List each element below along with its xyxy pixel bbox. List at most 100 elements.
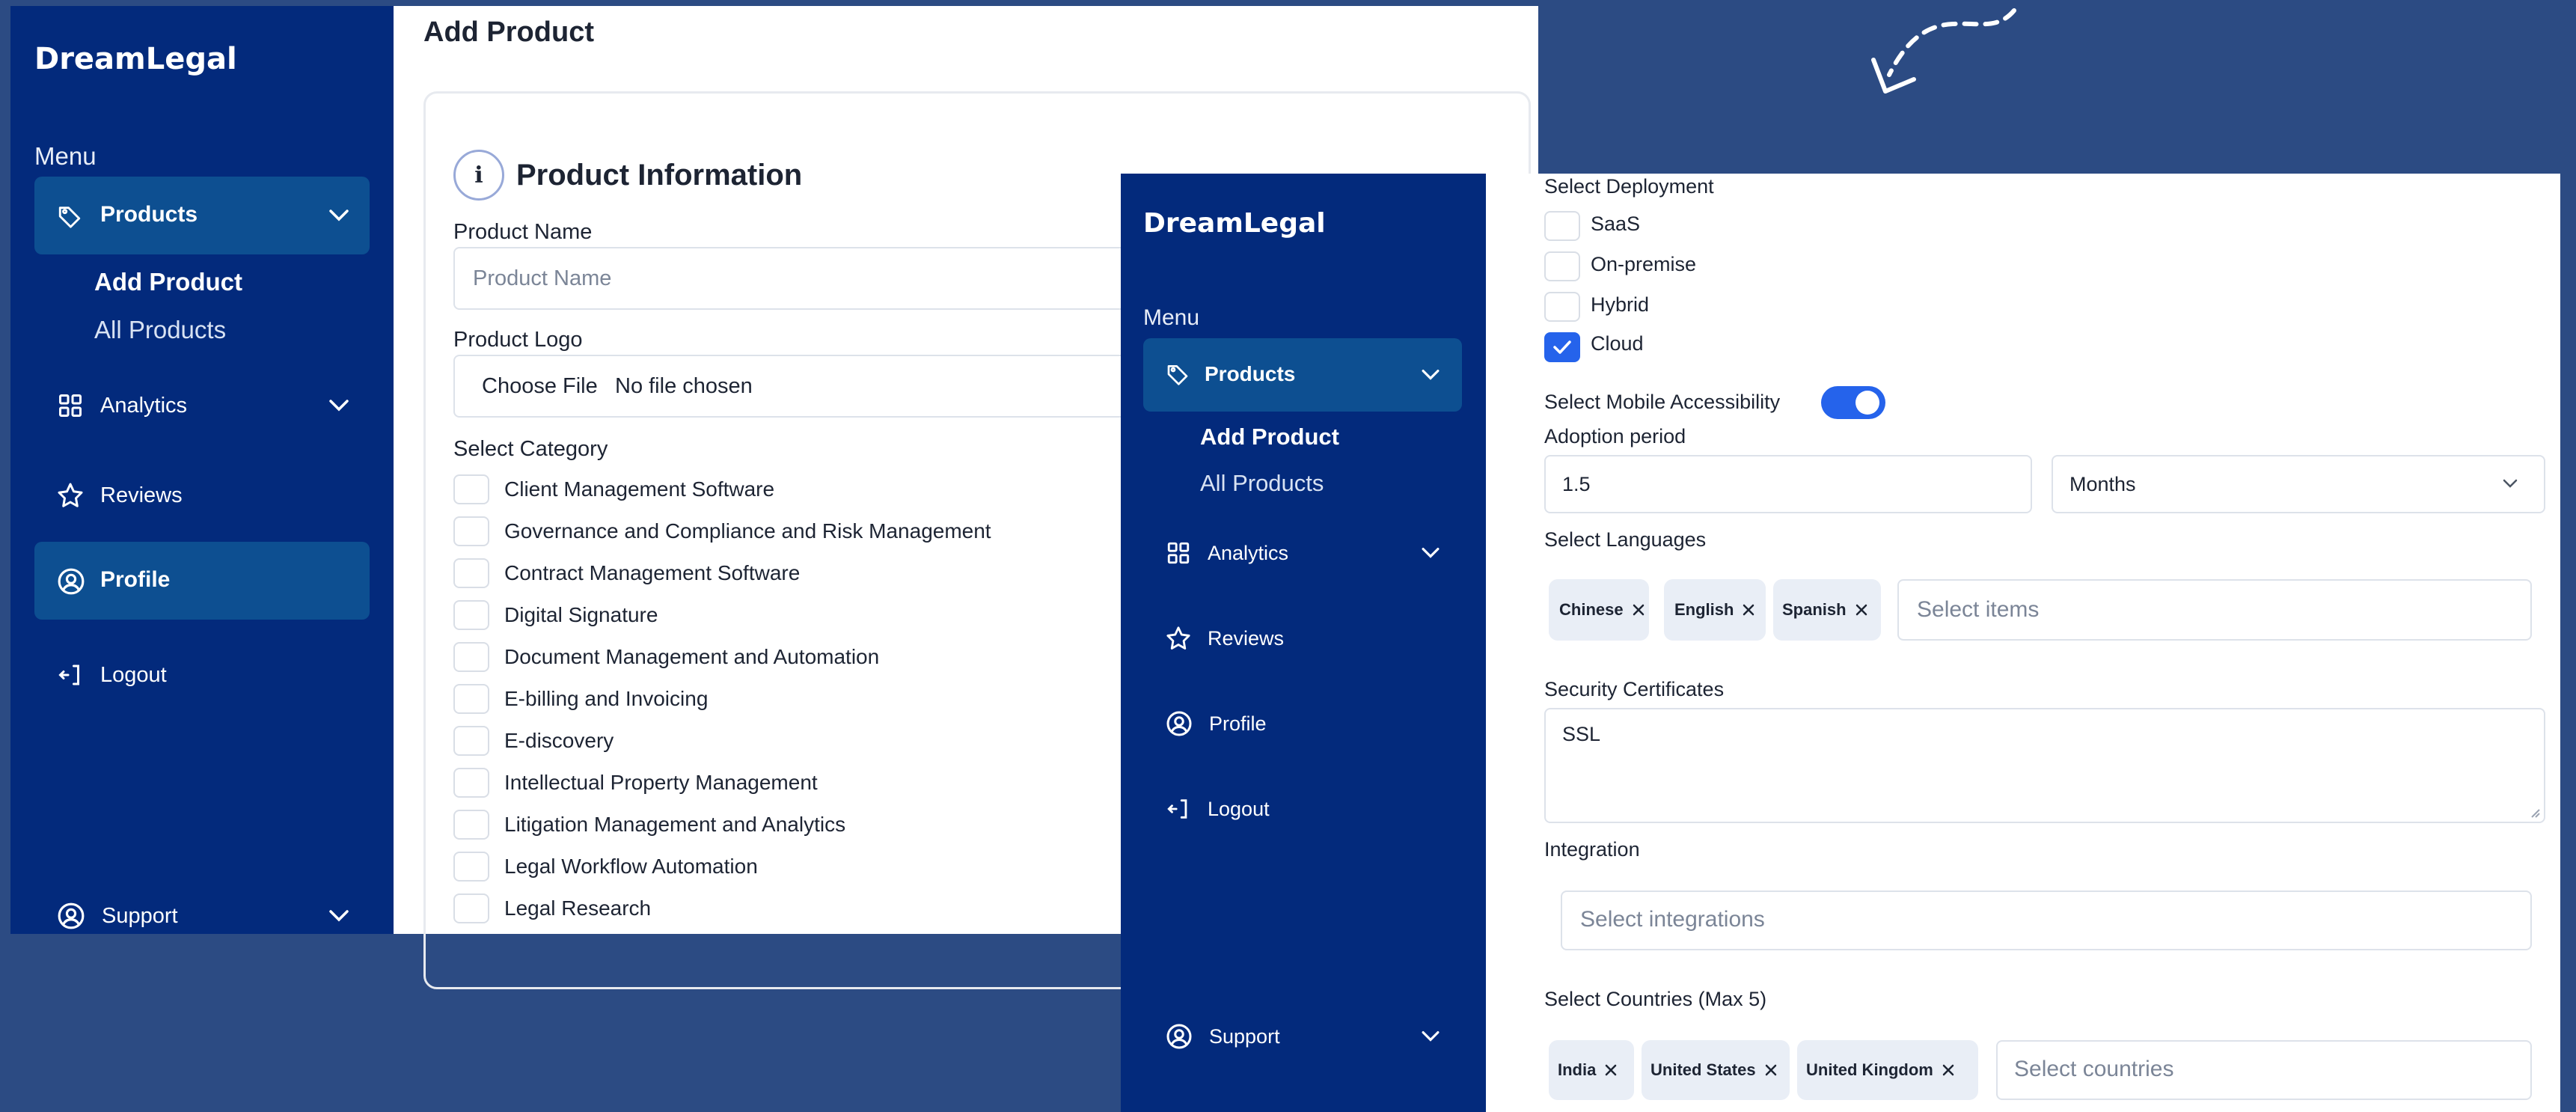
star-icon [1166,626,1191,651]
close-icon[interactable] [1763,1063,1778,1078]
close-icon[interactable] [1854,602,1869,617]
sidebar-sub-all-products[interactable]: All Products [94,316,226,344]
category-label-item: Digital Signature [504,603,658,626]
category-checkbox[interactable] [453,810,489,840]
sidebar-item-logout[interactable]: Logout [57,656,356,694]
language-tag[interactable]: Chinese [1549,579,1649,641]
user-circle-icon [1166,1023,1193,1050]
country-tag-label: India [1558,1060,1597,1079]
security-certificates-value: SSL [1562,723,1601,745]
category-label-item: Governance and Compliance and Risk Manag… [504,519,991,543]
sidebar-item-label: Support [102,903,178,928]
country-tag-label: United Kingdom [1806,1060,1933,1079]
brand-logo: DreamLegal [34,42,237,76]
mobile-accessibility-toggle[interactable] [1821,386,1885,419]
sidebar-item-profile[interactable]: Profile [1166,705,1450,742]
languages-input[interactable]: Select items [1897,579,2532,641]
sidebar-item-logout[interactable]: Logout [1166,790,1450,828]
country-tag[interactable]: United States [1642,1040,1790,1100]
sidebar-item-reviews[interactable]: Reviews [1166,620,1450,657]
category-label-item: E-discovery [504,729,614,752]
sidebar-item-analytics[interactable]: Analytics [1166,534,1465,572]
sidebar-item-products[interactable]: Products [34,177,370,254]
close-icon[interactable] [1631,602,1646,617]
sidebar-item-analytics[interactable]: Analytics [57,386,371,425]
chevron-down-icon[interactable] [328,208,350,227]
sidebar-item-profile[interactable]: Profile [34,542,370,620]
chevron-down-icon[interactable] [328,908,350,927]
category-checkbox[interactable] [453,474,489,504]
category-checkbox[interactable] [453,852,489,882]
chevron-down-icon[interactable] [328,398,350,417]
category-checkbox[interactable] [453,558,489,588]
language-tag[interactable]: English [1664,579,1766,641]
adoption-unit-select[interactable]: Months [2052,455,2545,513]
sidebar-primary: DreamLegal Menu Products Add Product All… [10,6,394,934]
sidebar-sub-add-product[interactable]: Add Product [94,268,242,296]
country-tag-label: United States [1650,1060,1756,1079]
sidebar-item-support[interactable]: Support [57,896,371,935]
sidebar-secondary: DreamLegal Menu Products Add Product All… [1121,174,1486,1112]
security-certificates-textarea[interactable]: SSL [1544,708,2545,823]
language-tag-label: Chinese [1559,600,1624,619]
close-icon[interactable] [1603,1063,1618,1078]
page-title: Add Product [423,16,594,48]
security-certificates-label: Security Certificates [1544,678,1725,700]
deployment-label: Select Deployment [1544,175,1714,198]
category-checkbox[interactable] [453,726,489,756]
tag-icon [57,204,82,233]
country-tag[interactable]: United Kingdom [1797,1040,1978,1100]
language-tag[interactable]: Spanish [1773,579,1881,641]
chevron-down-icon[interactable] [1420,368,1441,385]
chevron-down-icon[interactable] [1420,1030,1441,1047]
deployment-checkbox-on-premise[interactable] [1544,251,1580,281]
category-label-item: Legal Workflow Automation [504,855,758,878]
sidebar-item-support[interactable]: Support [1166,1018,1465,1055]
category-checkbox[interactable] [453,600,489,630]
category-checkbox[interactable] [453,642,489,672]
adoption-period-input[interactable]: 1.5 [1544,455,2032,513]
country-tag[interactable]: India [1549,1040,1634,1100]
deployment-option: Hybrid [1591,293,1650,316]
category-label-item: Intellectual Property Management [504,771,818,794]
integration-input[interactable]: Select integrations [1561,890,2532,950]
category-label-item: Legal Research [504,896,652,920]
category-checkbox[interactable] [453,684,489,714]
logout-icon [57,662,84,688]
menu-heading: Menu [1143,305,1200,330]
sidebar-item-reviews[interactable]: Reviews [57,476,356,515]
chevron-down-icon[interactable] [1420,546,1441,563]
deployment-checkbox-saas[interactable] [1544,211,1580,241]
close-icon[interactable] [1941,1063,1956,1078]
file-status: No file chosen [615,374,753,398]
choose-file-button[interactable]: Choose File [482,374,598,399]
chevron-down-icon [2502,477,2518,493]
info-icon: i [453,150,504,201]
deployment-checkbox-hybrid[interactable] [1544,292,1580,322]
integration-placeholder: Select integrations [1580,907,1765,932]
sidebar-item-label: Profile [100,567,171,592]
language-tag-label: English [1674,600,1734,619]
languages-placeholder: Select items [1917,597,2040,622]
adoption-period-value: 1.5 [1562,473,1591,495]
sidebar-item-label: Reviews [100,483,183,507]
section-title: Product Information [516,159,803,192]
product-logo-label: Product Logo [453,328,583,352]
menu-heading: Menu [34,142,97,170]
deployment-checkbox-cloud[interactable] [1544,332,1580,362]
sidebar-item-label: Analytics [100,393,188,418]
category-checkbox[interactable] [453,768,489,798]
resize-handle-icon[interactable] [2527,805,2541,822]
grid-icon [57,392,84,419]
sidebar-sub-all-products[interactable]: All Products [1200,470,1324,497]
sidebar-item-label: Products [1205,362,1296,385]
sidebar-item-label: Products [100,202,198,227]
languages-label: Select Languages [1544,528,1707,551]
product-details-panel: Select Deployment SaaS On-premise Hybrid… [1486,174,2560,1112]
countries-input[interactable]: Select countries [1996,1040,2532,1100]
category-checkbox[interactable] [453,516,489,546]
close-icon[interactable] [1741,602,1756,617]
sidebar-item-products[interactable]: Products [1143,338,1462,412]
sidebar-sub-add-product[interactable]: Add Product [1200,424,1339,450]
category-checkbox[interactable] [453,893,489,923]
